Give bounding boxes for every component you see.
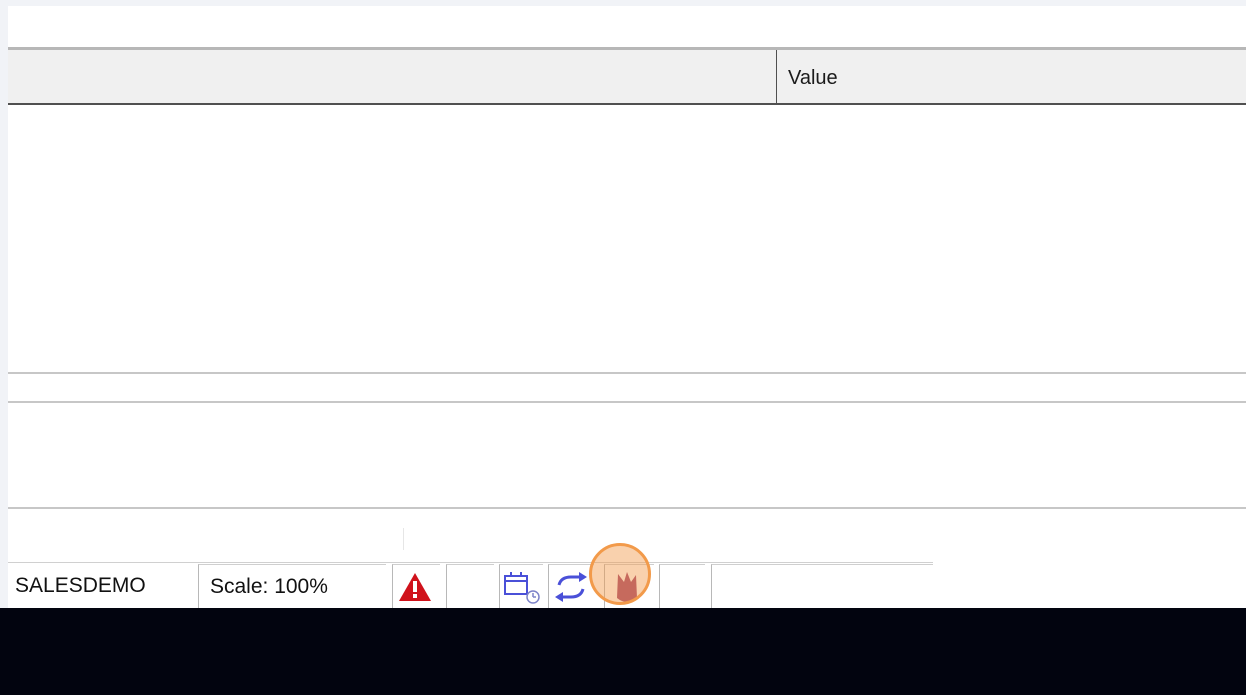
window-top-strip <box>0 0 1246 6</box>
status-bar-top-border <box>8 562 933 563</box>
grid-body <box>8 105 1246 371</box>
pane-divider-1[interactable] <box>8 372 1246 374</box>
click-highlight <box>589 543 651 605</box>
calendar-clock-icon[interactable] <box>502 569 542 605</box>
empty-panel-1[interactable] <box>446 564 494 608</box>
pane-divider-3[interactable] <box>8 507 1246 509</box>
column-divider[interactable] <box>776 50 777 103</box>
taskbar <box>0 608 1246 695</box>
warning-icon[interactable] <box>397 571 433 603</box>
grid-header-row: Value <box>8 50 1246 105</box>
empty-panel-2[interactable] <box>659 564 705 608</box>
column-header-value[interactable]: Value <box>788 67 838 90</box>
window-left-edge <box>0 0 8 608</box>
calendar-panel[interactable] <box>499 564 543 608</box>
detail-pane <box>8 403 1246 507</box>
company-name: SALESDEMO <box>15 574 146 597</box>
sync-panel[interactable] <box>548 564 594 608</box>
scale-text: Scale: 100% <box>210 575 328 598</box>
message-panel[interactable] <box>711 564 933 608</box>
scale-panel: Scale: 100% <box>198 564 386 608</box>
sync-icon[interactable] <box>551 571 591 605</box>
resize-grip <box>403 528 404 550</box>
warning-panel[interactable] <box>392 564 440 608</box>
